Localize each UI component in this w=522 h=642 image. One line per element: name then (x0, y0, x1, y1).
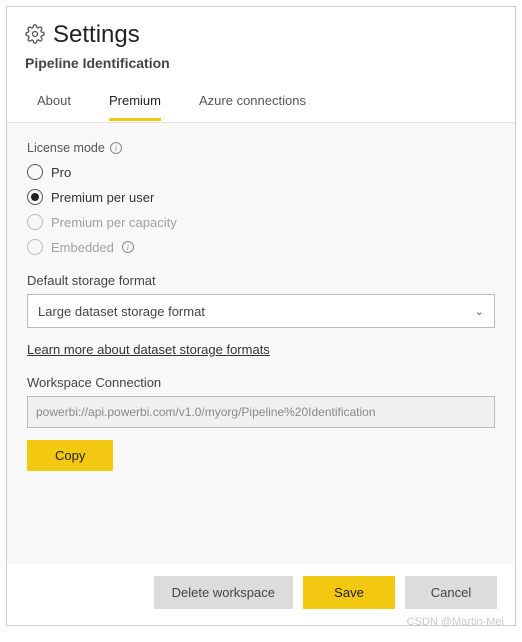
radio-label: Pro (51, 165, 71, 180)
radio-icon (27, 189, 43, 205)
workspace-connection-label: Workspace Connection (27, 375, 495, 390)
delete-workspace-button[interactable]: Delete workspace (154, 576, 293, 609)
workspace-name: Pipeline Identification (25, 55, 497, 71)
radio-label: Embedded (51, 240, 114, 255)
workspace-connection-field[interactable]: powerbi://api.powerbi.com/v1.0/myorg/Pip… (27, 396, 495, 428)
settings-dialog: Settings Pipeline Identification About P… (6, 6, 516, 626)
tabs: About Premium Azure connections (7, 79, 515, 122)
title-row: Settings (25, 21, 497, 49)
learn-more-link[interactable]: Learn more about dataset storage formats (27, 342, 270, 357)
radio-premium-per-capacity: Premium per capacity (27, 214, 495, 230)
storage-format-select[interactable]: Large dataset storage format ⌄ (27, 294, 495, 328)
tab-premium[interactable]: Premium (109, 93, 161, 121)
radio-embedded: Embedded i (27, 239, 495, 255)
license-mode-label: License mode (27, 141, 105, 155)
chevron-down-icon: ⌄ (475, 305, 484, 318)
copy-button[interactable]: Copy (27, 440, 113, 471)
radio-label: Premium per user (51, 190, 154, 205)
info-icon[interactable]: i (110, 142, 122, 154)
workspace-connection-value: powerbi://api.powerbi.com/v1.0/myorg/Pip… (36, 405, 376, 419)
radio-premium-per-user[interactable]: Premium per user (27, 189, 495, 205)
storage-format-label: Default storage format (27, 273, 495, 288)
save-button[interactable]: Save (303, 576, 395, 609)
gear-icon (25, 24, 45, 47)
page-title: Settings (53, 21, 140, 49)
radio-label: Premium per capacity (51, 215, 177, 230)
license-mode-group: Pro Premium per user Premium per capacit… (27, 164, 495, 255)
tab-content: License mode i Pro Premium per user Prem… (7, 122, 515, 564)
select-value: Large dataset storage format (38, 304, 205, 319)
radio-icon (27, 239, 43, 255)
tab-azure-connections[interactable]: Azure connections (199, 93, 306, 121)
radio-icon (27, 214, 43, 230)
info-icon[interactable]: i (122, 241, 134, 253)
radio-pro[interactable]: Pro (27, 164, 495, 180)
radio-icon (27, 164, 43, 180)
watermark: CSDN @Martin-Mei (407, 616, 504, 628)
cancel-button[interactable]: Cancel (405, 576, 497, 609)
tab-about[interactable]: About (37, 93, 71, 121)
dialog-header: Settings Pipeline Identification (7, 7, 515, 79)
license-mode-label-row: License mode i (27, 141, 495, 155)
